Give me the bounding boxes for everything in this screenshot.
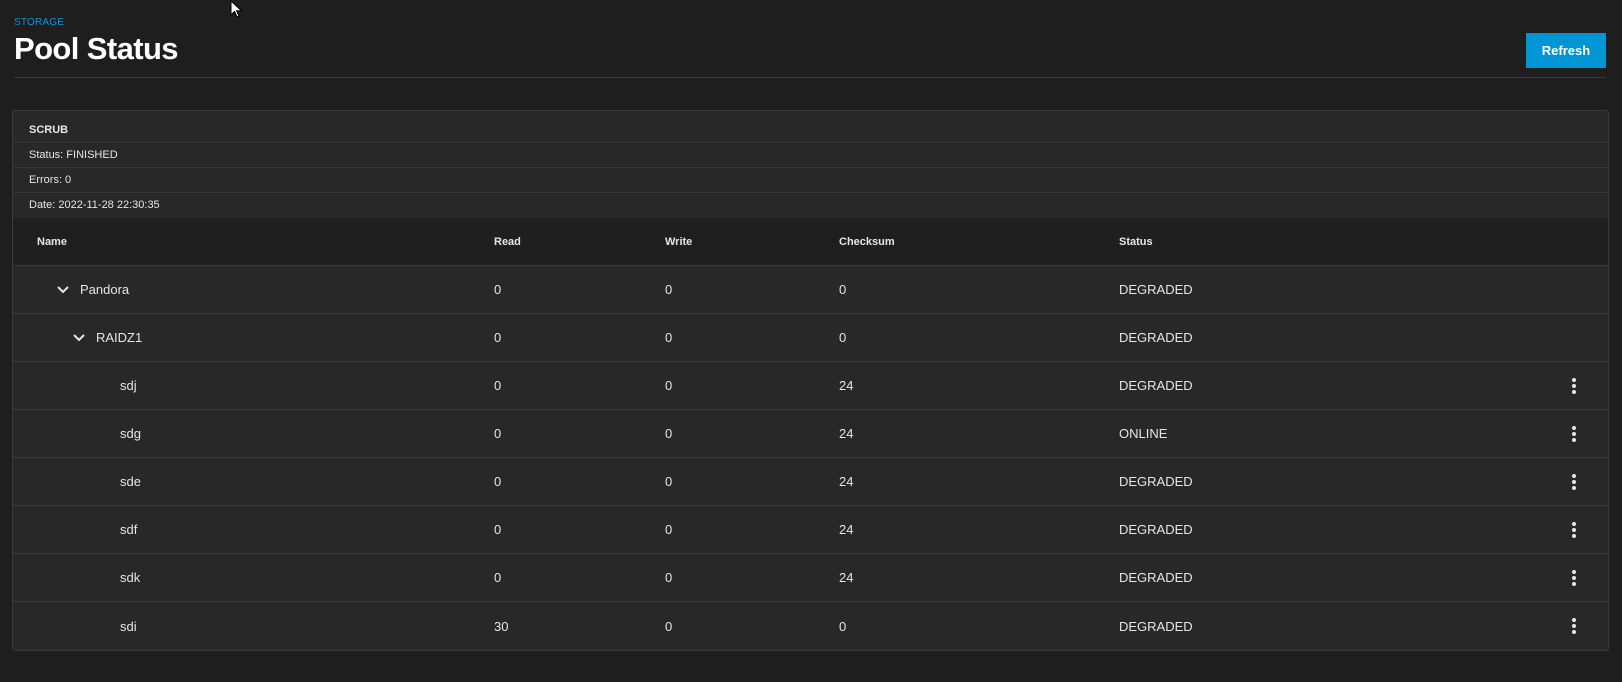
page-header: STORAGE Pool Status Refresh — [14, 14, 1606, 78]
more-vert-icon[interactable] — [1562, 470, 1586, 494]
scrub-status: Status: FINISHED — [13, 143, 1608, 168]
column-header-read: Read — [494, 235, 521, 248]
row-status: DEGRADED — [1119, 570, 1193, 585]
row-status: DEGRADED — [1119, 282, 1193, 297]
table-row-sdf[interactable]: sdf 0 0 24 DEGRADED — [13, 506, 1608, 554]
row-status: ONLINE — [1119, 426, 1168, 441]
column-header-checksum: Checksum — [839, 235, 895, 248]
row-status: DEGRADED — [1119, 522, 1193, 537]
row-checksum: 24 — [839, 522, 854, 537]
refresh-button[interactable]: Refresh — [1526, 33, 1606, 68]
row-write: 0 — [665, 570, 673, 585]
row-name: Pandora — [80, 282, 130, 297]
chevron-down-icon[interactable] — [68, 333, 90, 342]
row-name: RAIDZ1 — [96, 330, 143, 345]
row-write: 0 — [665, 330, 673, 345]
row-status: DEGRADED — [1119, 378, 1193, 393]
more-vert-icon[interactable] — [1562, 374, 1586, 398]
table-row-sdk[interactable]: sdk 0 0 24 DEGRADED — [13, 554, 1608, 602]
row-read: 0 — [494, 474, 502, 489]
table-row-sde[interactable]: sde 0 0 24 DEGRADED — [13, 458, 1608, 506]
row-read: 0 — [494, 378, 502, 393]
row-read: 30 — [494, 618, 509, 634]
row-name: sdg — [120, 426, 141, 441]
row-name: sdk — [120, 570, 141, 585]
row-read: 0 — [494, 570, 502, 585]
row-checksum: 24 — [839, 426, 854, 441]
more-vert-icon[interactable] — [1562, 518, 1586, 542]
row-write: 0 — [665, 282, 673, 297]
row-read: 0 — [494, 330, 502, 345]
row-status: DEGRADED — [1119, 474, 1193, 489]
page-title: Pool Status — [14, 31, 179, 66]
table-row-pandora[interactable]: Pandora 0 0 0 DEGRADED — [13, 266, 1608, 314]
pool-status-card: SCRUB Status: FINISHED Errors: 0 Date: 2… — [12, 110, 1609, 651]
row-name: sdi — [120, 618, 137, 634]
table-row-sdg[interactable]: sdg 0 0 24 ONLINE — [13, 410, 1608, 458]
row-status: DEGRADED — [1119, 330, 1193, 345]
row-read: 0 — [494, 522, 502, 537]
table-row-sdj[interactable]: sdj 0 0 24 DEGRADED — [13, 362, 1608, 410]
row-write: 0 — [665, 474, 673, 489]
row-read: 0 — [494, 426, 502, 441]
scrub-errors: Errors: 0 — [13, 168, 1608, 193]
breadcrumb[interactable]: STORAGE — [14, 17, 64, 28]
row-checksum: 0 — [839, 330, 847, 345]
pool-status-page: STORAGE Pool Status Refresh SCRUB Status… — [0, 0, 1622, 682]
column-header-write: Write — [665, 235, 693, 248]
row-name: sde — [120, 474, 141, 489]
table-row-sdi[interactable]: sdi 30 0 0 DEGRADED — [13, 602, 1608, 650]
table-row-raidz1[interactable]: RAIDZ1 0 0 0 DEGRADED — [13, 314, 1608, 362]
row-write: 0 — [665, 426, 673, 441]
pool-table: Name Read Write Checksum Status Pandora … — [13, 218, 1608, 650]
row-checksum: 24 — [839, 378, 854, 393]
row-name: sdj — [120, 378, 137, 393]
row-read: 0 — [494, 282, 502, 297]
more-vert-icon[interactable] — [1562, 614, 1586, 638]
scrub-date: Date: 2022-11-28 22:30:35 — [29, 199, 160, 211]
row-checksum: 0 — [839, 618, 847, 634]
column-header-status: Status — [1119, 235, 1153, 248]
more-vert-icon[interactable] — [1562, 422, 1586, 446]
row-write: 0 — [665, 522, 673, 537]
row-checksum: 24 — [839, 474, 854, 489]
row-write: 0 — [665, 618, 673, 634]
chevron-down-icon[interactable] — [52, 285, 74, 294]
table-header: Name Read Write Checksum Status — [13, 218, 1608, 266]
scrub-title: SCRUB — [13, 111, 1608, 143]
row-status: DEGRADED — [1119, 618, 1193, 634]
more-vert-icon[interactable] — [1562, 566, 1586, 590]
row-checksum: 0 — [839, 282, 847, 297]
column-header-name: Name — [37, 235, 67, 248]
row-write: 0 — [665, 378, 673, 393]
row-name: sdf — [120, 522, 138, 537]
row-checksum: 24 — [839, 570, 854, 585]
